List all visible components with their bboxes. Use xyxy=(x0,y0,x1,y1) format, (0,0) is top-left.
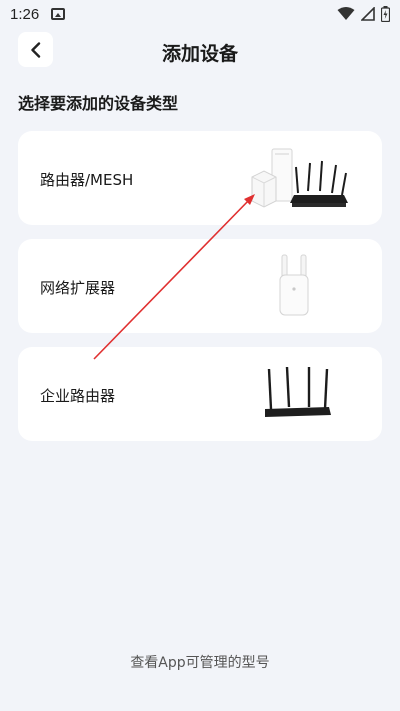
supported-models-link[interactable]: 查看App可管理的型号 xyxy=(0,652,400,672)
header: 添加设备 xyxy=(0,32,400,70)
signal-icon xyxy=(361,7,375,21)
device-card-label: 网络扩展器 xyxy=(40,279,116,297)
image-icon xyxy=(51,8,66,20)
status-icons xyxy=(337,6,390,22)
page-title: 添加设备 xyxy=(161,43,238,65)
enterprise-router-image xyxy=(265,366,331,417)
status-time: 1:26 xyxy=(10,5,40,23)
device-card-label: 企业路由器 xyxy=(40,387,116,405)
status-bar: 1:26 xyxy=(0,0,400,28)
router-mesh-image xyxy=(251,148,348,208)
extender-image xyxy=(279,254,309,316)
section-title: 选择要添加的设备类型 xyxy=(18,94,179,113)
device-card-label: 路由器/MESH xyxy=(40,171,134,189)
wifi-icon xyxy=(337,7,355,20)
device-card-enterprise-router[interactable]: 企业路由器 xyxy=(18,347,382,441)
device-card-router-mesh[interactable]: 路由器/MESH xyxy=(18,131,382,225)
battery-icon xyxy=(381,6,390,22)
device-card-extender[interactable]: 网络扩展器 xyxy=(18,239,382,333)
